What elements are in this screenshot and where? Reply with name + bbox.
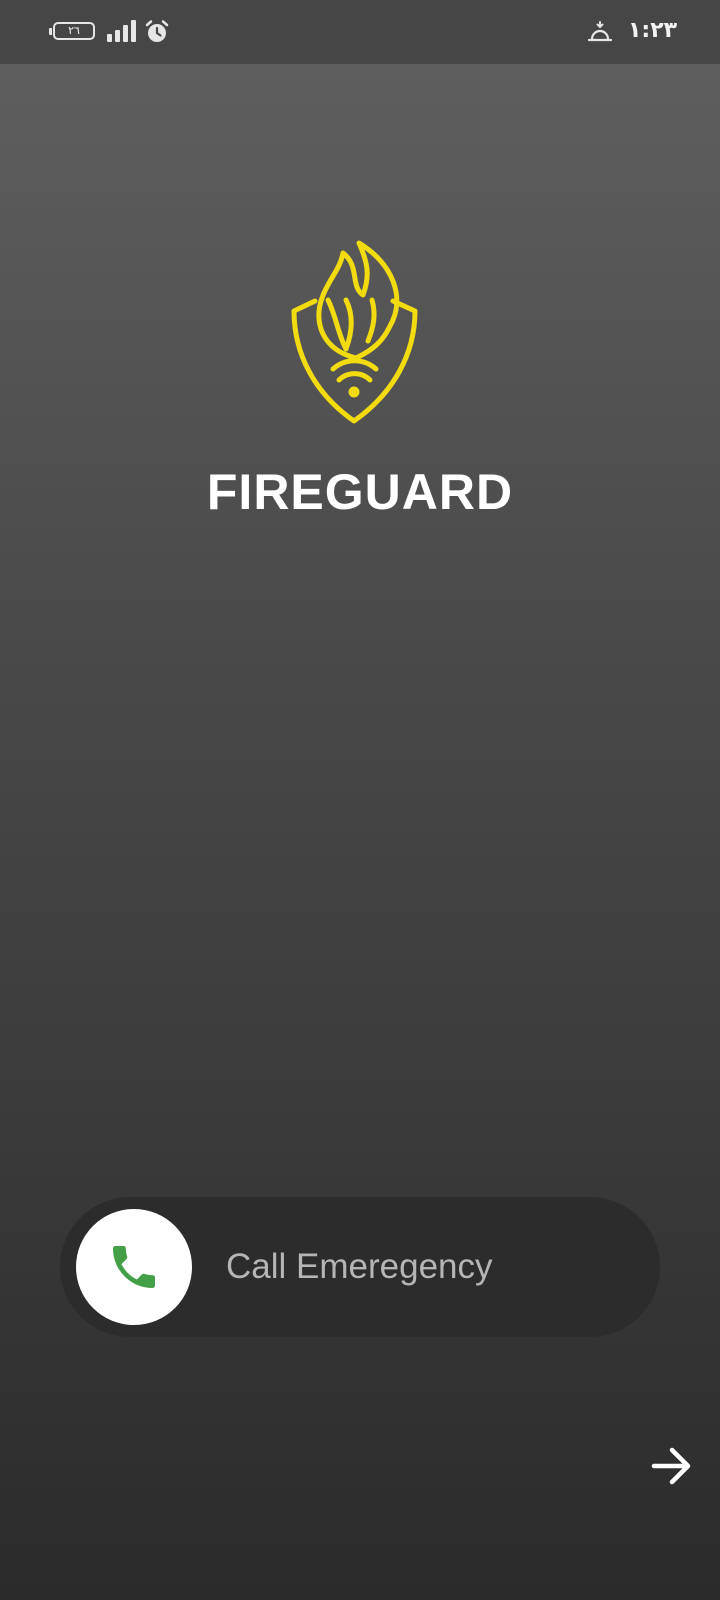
app-title: FIREGUARD [206, 464, 514, 520]
arrow-right-icon[interactable] [648, 1442, 696, 1490]
status-time: ١:٢٣ [628, 18, 678, 43]
battery-level: ٢٦ [68, 24, 80, 37]
battery-icon: ٢٦ [49, 22, 95, 40]
fireguard-logo-icon [291, 240, 418, 424]
call-emergency-label: Call Emeregency [226, 1247, 493, 1286]
call-slider-knob[interactable] [76, 1209, 192, 1325]
signal-icon [107, 20, 137, 42]
status-bar: ٢٦ ١:٢٣ [0, 0, 720, 64]
call-emergency-slider[interactable]: Call Emeregency [60, 1197, 660, 1337]
phone-icon [113, 1246, 155, 1288]
alarm-icon [145, 20, 169, 42]
weather-icon [587, 21, 613, 42]
